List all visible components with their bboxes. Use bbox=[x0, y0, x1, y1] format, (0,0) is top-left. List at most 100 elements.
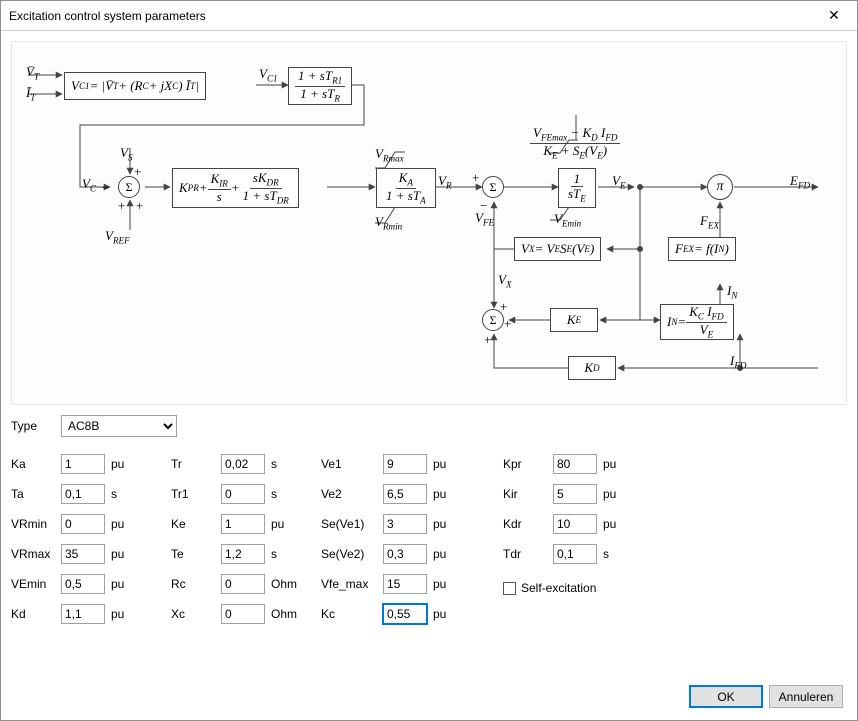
param-input-kpr[interactable] bbox=[553, 454, 597, 474]
vc-label: VC bbox=[82, 176, 96, 194]
param-label: Vfe_max bbox=[321, 577, 383, 591]
param-label: Rc bbox=[171, 577, 221, 591]
tr-block: 1 + sTR11 + sTR bbox=[288, 67, 352, 105]
param-input-ve1[interactable] bbox=[383, 454, 427, 474]
param-label: Tr bbox=[171, 457, 221, 471]
param-input-tr1[interactable] bbox=[221, 484, 265, 504]
param-unit: pu bbox=[427, 577, 463, 591]
param-label: Ve2 bbox=[321, 487, 383, 501]
type-select[interactable]: AC8B bbox=[61, 415, 177, 437]
pid-block: KPR + KIRs + sKDR1 + sTDR bbox=[172, 168, 299, 208]
param-unit: pu bbox=[597, 517, 633, 531]
vx-label: VX bbox=[498, 272, 512, 290]
vx-block: VX = VE SE(VE) bbox=[514, 237, 601, 261]
self-excitation-label: Self-excitation bbox=[521, 581, 596, 595]
param-column-4: KprpuKirpuKdrpuTdrsSelf-excitation bbox=[503, 451, 673, 631]
param-input-vemin[interactable] bbox=[61, 574, 105, 594]
param-unit: s bbox=[265, 457, 301, 471]
param-unit: pu bbox=[105, 547, 141, 561]
vref-label: VREF bbox=[105, 228, 130, 246]
efd-label: EFD bbox=[790, 173, 810, 191]
ifd-label: IFD bbox=[730, 353, 746, 371]
param-label: Kpr bbox=[503, 457, 553, 471]
param-unit: s bbox=[265, 547, 301, 561]
param-unit: pu bbox=[105, 607, 141, 621]
param-label: Kc bbox=[321, 607, 383, 621]
te-block: 1sTE bbox=[558, 168, 596, 208]
kd-block: KD bbox=[568, 356, 616, 380]
product-node: π bbox=[707, 174, 733, 200]
type-label: Type bbox=[11, 419, 61, 433]
param-label: Se(Ve1) bbox=[321, 517, 383, 531]
param-label: VEmin bbox=[11, 577, 61, 591]
param-label: Ka bbox=[11, 457, 61, 471]
param-input-vrmax[interactable] bbox=[61, 544, 105, 564]
param-input-kdr[interactable] bbox=[553, 514, 597, 534]
param-unit: pu bbox=[427, 457, 463, 471]
param-input-vfe_max[interactable] bbox=[383, 574, 427, 594]
diagram-panel: V̄T ĪT VC1 = |V̄T + (RC + jXC) ĪT| VC1 1… bbox=[11, 41, 847, 405]
param-input-se(ve2)[interactable] bbox=[383, 544, 427, 564]
param-input-ka[interactable] bbox=[61, 454, 105, 474]
param-unit: pu bbox=[597, 487, 633, 501]
param-column-3: Ve1puVe2puSe(Ve1)puSe(Ve2)puVfe_maxpuKcp… bbox=[321, 451, 503, 631]
param-input-te[interactable] bbox=[221, 544, 265, 564]
titlebar: Excitation control system parameters ✕ bbox=[1, 1, 857, 31]
param-label: Kir bbox=[503, 487, 553, 501]
te-upper-limit: VFEmax − KD IFDKE + SE(VE) bbox=[530, 125, 620, 160]
param-unit: pu bbox=[105, 517, 141, 531]
vrmin-label: VRmin bbox=[375, 214, 402, 232]
param-input-kc[interactable] bbox=[383, 604, 427, 624]
param-input-se(ve1)[interactable] bbox=[383, 514, 427, 534]
param-label: Kdr bbox=[503, 517, 553, 531]
cancel-button[interactable]: Annuleren bbox=[769, 685, 843, 708]
in-label: IN bbox=[727, 283, 737, 301]
fex-label: FEX bbox=[700, 213, 719, 231]
param-input-kir[interactable] bbox=[553, 484, 597, 504]
vt-input-label: V̄T bbox=[26, 64, 39, 82]
param-unit: s bbox=[265, 487, 301, 501]
param-input-xc[interactable] bbox=[221, 604, 265, 624]
vfe-label: VFE bbox=[475, 210, 494, 228]
param-unit: s bbox=[105, 487, 141, 501]
sum-node-2: Σ bbox=[482, 176, 504, 198]
vc1-signal: VC1 bbox=[259, 66, 278, 84]
param-input-vrmin[interactable] bbox=[61, 514, 105, 534]
param-unit: Ohm bbox=[265, 607, 301, 621]
param-input-kd[interactable] bbox=[61, 604, 105, 624]
param-label: Tdr bbox=[503, 547, 553, 561]
param-input-ke[interactable] bbox=[221, 514, 265, 534]
block-diagram: V̄T ĪT VC1 = |V̄T + (RC + jXC) ĪT| VC1 1… bbox=[20, 50, 838, 396]
param-unit: pu bbox=[105, 577, 141, 591]
close-icon[interactable]: ✕ bbox=[811, 1, 857, 31]
param-unit: Ohm bbox=[265, 577, 301, 591]
param-unit: s bbox=[597, 547, 633, 561]
param-label: Ke bbox=[171, 517, 221, 531]
param-column-1: KapuTasVRminpuVRmaxpuVEminpuKdpu bbox=[11, 451, 171, 631]
param-input-tdr[interactable] bbox=[553, 544, 597, 564]
param-unit: pu bbox=[427, 547, 463, 561]
param-input-rc[interactable] bbox=[221, 574, 265, 594]
param-unit: pu bbox=[427, 487, 463, 501]
param-input-ve2[interactable] bbox=[383, 484, 427, 504]
ok-button[interactable]: OK bbox=[689, 685, 763, 708]
param-label: VRmax bbox=[11, 547, 61, 561]
param-label: VRmin bbox=[11, 517, 61, 531]
in-block: IN = KC IFDVE bbox=[660, 304, 734, 340]
param-unit: pu bbox=[427, 517, 463, 531]
vr-label: VR bbox=[438, 173, 452, 191]
param-input-ta[interactable] bbox=[61, 484, 105, 504]
param-column-2: TrsTr1sKepuTesRcOhmXcOhm bbox=[171, 451, 321, 631]
window-title: Excitation control system parameters bbox=[9, 9, 206, 23]
param-label: Ta bbox=[11, 487, 61, 501]
param-unit: pu bbox=[265, 517, 301, 531]
param-input-tr[interactable] bbox=[221, 454, 265, 474]
param-label: Se(Ve2) bbox=[321, 547, 383, 561]
vemin-label: VEmin bbox=[554, 211, 581, 229]
self-excitation-checkbox[interactable]: Self-excitation bbox=[503, 581, 596, 595]
param-label: Kd bbox=[11, 607, 61, 621]
param-label: Tr1 bbox=[171, 487, 221, 501]
ve-label: VE bbox=[612, 173, 626, 191]
param-label: Ve1 bbox=[321, 457, 383, 471]
vrmax-label: VRmax bbox=[375, 146, 404, 164]
